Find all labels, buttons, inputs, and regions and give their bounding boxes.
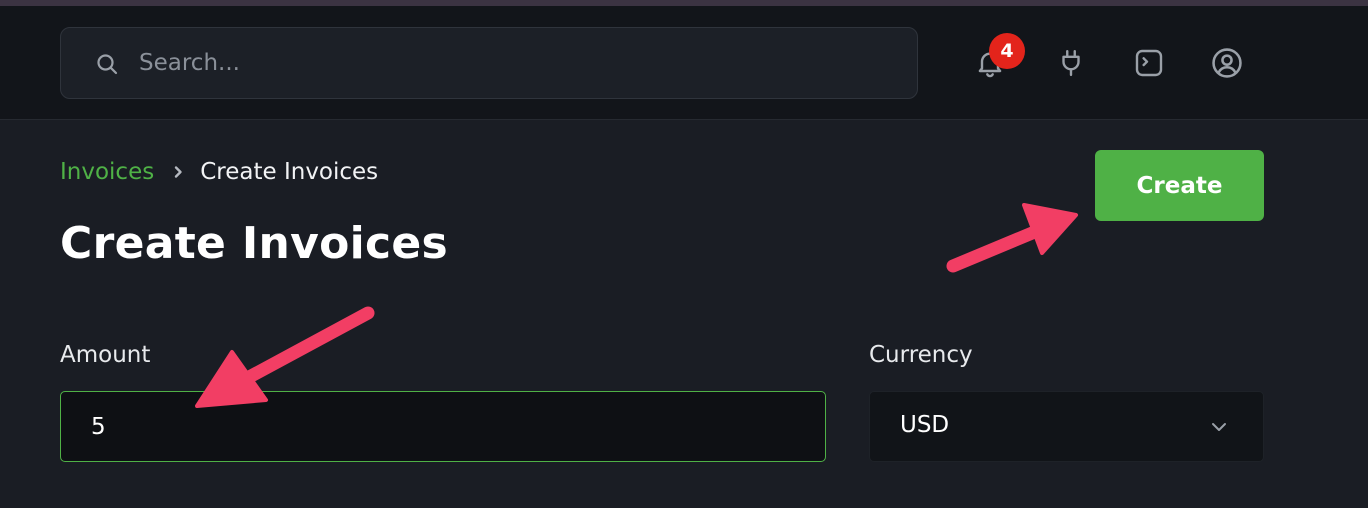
top-header: 4 <box>0 6 1368 120</box>
amount-field[interactable] <box>60 391 826 462</box>
currency-select[interactable]: USD <box>869 391 1264 462</box>
terminal-button[interactable] <box>1131 44 1167 82</box>
account-button[interactable] <box>1209 44 1245 82</box>
user-circle-icon <box>1212 48 1242 78</box>
amount-label: Amount <box>60 342 151 368</box>
annotation-arrow-to-create <box>946 203 1078 273</box>
search-icon <box>97 54 118 75</box>
search-bar[interactable] <box>60 27 918 99</box>
terminal-icon <box>1135 49 1163 77</box>
chevron-down-icon <box>1212 423 1226 431</box>
integrations-button[interactable] <box>1053 44 1089 82</box>
currency-selected-value: USD <box>900 412 950 438</box>
breadcrumb-current: Create Invoices <box>200 159 379 185</box>
notification-count-badge: 4 <box>989 33 1025 69</box>
plug-icon <box>1062 49 1080 77</box>
currency-label: Currency <box>869 342 973 368</box>
page-title: Create Invoices <box>60 218 449 269</box>
breadcrumb: Invoices Create Invoices <box>60 156 378 188</box>
create-button[interactable]: Create <box>1095 150 1264 221</box>
breadcrumb-invoices-link[interactable]: Invoices <box>60 159 154 185</box>
chevron-right-icon <box>175 166 182 178</box>
search-input[interactable] <box>139 28 899 98</box>
